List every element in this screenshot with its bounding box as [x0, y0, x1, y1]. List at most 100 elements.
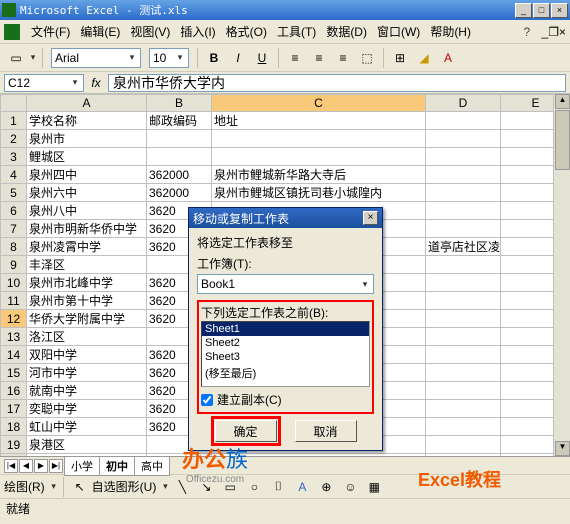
scroll-down-icon[interactable]: ▼	[555, 441, 570, 456]
row-header[interactable]: 11	[1, 292, 27, 310]
cell[interactable]	[426, 436, 501, 454]
cell[interactable]	[426, 400, 501, 418]
wordart-icon[interactable]: A	[291, 476, 313, 498]
menu-insert[interactable]: 插入(I)	[175, 21, 220, 42]
list-item[interactable]: Sheet2	[202, 336, 369, 350]
select-all[interactable]	[1, 95, 27, 112]
create-copy-checkbox[interactable]: 建立副本(C)	[201, 391, 370, 408]
menu-view[interactable]: 视图(V)	[125, 21, 175, 42]
menu-window[interactable]: 窗口(W)	[372, 21, 425, 42]
doc-min-button[interactable]: _	[542, 25, 549, 39]
tab-nav-last[interactable]: ▶|	[49, 459, 63, 473]
cell[interactable]: 泉州四中	[27, 166, 147, 184]
cancel-button[interactable]: 取消	[295, 420, 357, 442]
list-item-selected[interactable]: Sheet1	[202, 322, 369, 336]
align-center-button[interactable]: ≡	[308, 47, 330, 69]
menu-format[interactable]: 格式(O)	[221, 21, 272, 42]
tab-nav-next[interactable]: ▶	[34, 459, 48, 473]
cell[interactable]	[426, 310, 501, 328]
cell[interactable]	[426, 148, 501, 166]
cell[interactable]: 就南中学	[27, 382, 147, 400]
help-field[interactable]: ?	[524, 25, 538, 39]
doc-restore-button[interactable]: ❐	[548, 25, 559, 39]
cell[interactable]	[147, 148, 212, 166]
cell[interactable]	[426, 166, 501, 184]
cell[interactable]	[426, 346, 501, 364]
rect-icon[interactable]: ▭	[219, 476, 241, 498]
draw-menu[interactable]: 绘图(R)	[4, 478, 45, 495]
cell[interactable]: 泉州市	[27, 130, 147, 148]
cell[interactable]: 泉州凌霄中学	[27, 238, 147, 256]
dialog-titlebar[interactable]: 移动或复制工作表 ×	[189, 208, 382, 228]
font-name-select[interactable]: Arial▾	[51, 48, 141, 68]
cell[interactable]: 362000	[147, 184, 212, 202]
cell[interactable]	[426, 328, 501, 346]
cell[interactable]	[426, 418, 501, 436]
cell[interactable]: 邮政编码	[147, 112, 212, 130]
list-item[interactable]: (移至最后)	[202, 364, 369, 382]
workbook-select[interactable]: Book1▾	[197, 274, 374, 294]
row-header[interactable]: 14	[1, 346, 27, 364]
cell[interactable]: 华侨大学附属中学	[27, 310, 147, 328]
row-header[interactable]: 15	[1, 364, 27, 382]
minimize-button[interactable]: _	[515, 3, 532, 18]
cell[interactable]: 虹山中学	[27, 418, 147, 436]
formula-bar[interactable]: 泉州市华侨大学内	[108, 74, 566, 92]
row-header[interactable]: 5	[1, 184, 27, 202]
cell[interactable]	[426, 256, 501, 274]
border-button[interactable]: ⊞	[389, 47, 411, 69]
doc-close-button[interactable]: ×	[559, 25, 566, 39]
cell[interactable]: 泉州市明新华侨中学	[27, 220, 147, 238]
cell[interactable]: 泉州市鲤城新华路大寺后	[212, 166, 426, 184]
row-header[interactable]: 3	[1, 148, 27, 166]
cell[interactable]: 泉州市鲤城区镇抚司巷小城隍内	[212, 184, 426, 202]
row-header[interactable]: 1	[1, 112, 27, 130]
cell[interactable]: 学校名称	[27, 112, 147, 130]
font-size-select[interactable]: 10▾	[149, 48, 189, 68]
menu-edit[interactable]: 编辑(E)	[75, 21, 125, 42]
row-header[interactable]: 12	[1, 310, 27, 328]
menu-help[interactable]: 帮助(H)	[425, 21, 476, 42]
cell[interactable]	[426, 382, 501, 400]
oval-icon[interactable]: ○	[243, 476, 265, 498]
cell[interactable]	[426, 184, 501, 202]
align-left-button[interactable]: ≡	[284, 47, 306, 69]
maximize-button[interactable]: □	[533, 3, 550, 18]
cell[interactable]: 泉州市北峰中学	[27, 274, 147, 292]
new-button[interactable]: ▭	[5, 47, 27, 69]
diagram-icon[interactable]: ⊕	[315, 476, 337, 498]
row-header[interactable]: 4	[1, 166, 27, 184]
cell[interactable]: 鲤城区	[27, 148, 147, 166]
cell[interactable]	[426, 292, 501, 310]
cell[interactable]: 洛江区	[27, 328, 147, 346]
col-A[interactable]: A	[27, 95, 147, 112]
cell[interactable]: 地址	[212, 112, 426, 130]
row-header[interactable]: 16	[1, 382, 27, 400]
underline-button[interactable]: U	[251, 47, 273, 69]
pointer-icon[interactable]: ↖	[69, 476, 91, 498]
cell[interactable]: 泉港区涂岭镇清美村	[212, 454, 426, 457]
list-item[interactable]: Sheet3	[202, 350, 369, 364]
cell[interactable]	[426, 364, 501, 382]
autoshapes-menu[interactable]: 自选图形(U)	[92, 478, 157, 495]
cell[interactable]: 泉州六中	[27, 184, 147, 202]
cell[interactable]	[212, 148, 426, 166]
line-icon[interactable]: ╲	[171, 476, 193, 498]
cell[interactable]: 362000	[147, 166, 212, 184]
cell[interactable]: 奕聪中学	[27, 400, 147, 418]
italic-button[interactable]: I	[227, 47, 249, 69]
align-right-button[interactable]: ≡	[332, 47, 354, 69]
cell[interactable]: 河市中学	[27, 364, 147, 382]
cell[interactable]	[426, 112, 501, 130]
bold-button[interactable]: B	[203, 47, 225, 69]
col-B[interactable]: B	[147, 95, 212, 112]
fx-button[interactable]: fx	[87, 74, 105, 92]
copy-checkbox-input[interactable]	[201, 394, 213, 406]
sheet-tab-active[interactable]: 初中	[99, 456, 135, 476]
row-header[interactable]: 20	[1, 454, 27, 457]
menu-tools[interactable]: 工具(T)	[272, 21, 321, 42]
row-header[interactable]: 13	[1, 328, 27, 346]
menu-data[interactable]: 数据(D)	[321, 21, 372, 42]
arrow-icon[interactable]: ↘	[195, 476, 217, 498]
sheet-tab[interactable]: 高中	[134, 456, 170, 476]
